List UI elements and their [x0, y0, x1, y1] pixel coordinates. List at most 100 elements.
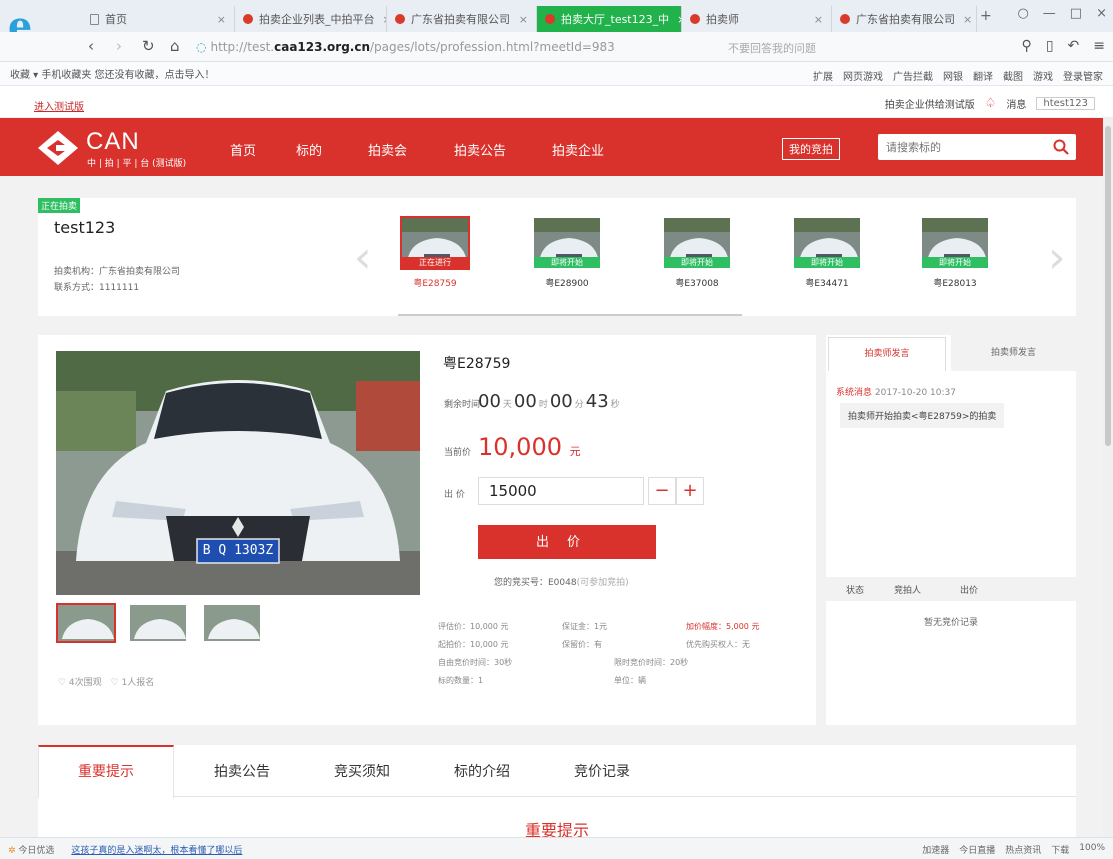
browser-tab[interactable]: 首页 × — [82, 6, 235, 32]
carousel-item[interactable]: 正在进行 粤E28759 — [400, 216, 470, 289]
lot-name: test123 — [54, 218, 116, 237]
close-icon[interactable]: × — [806, 13, 823, 26]
address-bar[interactable]: ◌ http://test. caa123.org.cn/pages/lots/p… — [196, 36, 766, 58]
messages-link[interactable]: 消息 — [1006, 96, 1026, 111]
close-icon[interactable]: × — [209, 13, 226, 26]
close-window-icon[interactable]: × — [1096, 6, 1107, 21]
status-zoom[interactable]: 100% — [1079, 843, 1105, 856]
close-icon[interactable]: × — [511, 13, 528, 26]
close-icon[interactable]: × — [955, 13, 972, 26]
bookmarks-left[interactable]: 收藏 ▾ 手机收藏夹 您还没有收藏，点击导入！ — [10, 66, 215, 81]
tab-bidding-rules[interactable]: 竞买须知 — [334, 761, 390, 781]
back-icon[interactable]: ‹ — [88, 37, 94, 55]
search-icon[interactable] — [1052, 138, 1070, 156]
bookmark-item[interactable]: 扩展 — [813, 68, 833, 83]
status-badge: 正在拍卖 — [38, 198, 81, 213]
tab-announcement[interactable]: 拍卖公告 — [214, 761, 270, 781]
carousel-prev-icon[interactable]: ‹ — [354, 232, 372, 283]
status-live[interactable]: 今日直播 — [959, 843, 995, 856]
search-input[interactable] — [878, 134, 1038, 160]
site-icon — [395, 14, 405, 24]
enterprise-link[interactable]: 拍卖企业供给测试版 — [885, 96, 975, 111]
status-daily[interactable]: 今日优选 — [18, 846, 54, 856]
login-link[interactable]: 进入测试版 — [34, 98, 84, 113]
carousel-item[interactable]: 即将开始 粤E28900 — [532, 216, 602, 289]
new-tab-icon[interactable]: + — [980, 8, 992, 24]
info-limit-bid-time: 限时竞价时间：20秒 — [614, 658, 689, 667]
scrollbar-thumb[interactable] — [1105, 126, 1111, 446]
decrease-bid-button[interactable]: − — [648, 477, 676, 505]
bookmark-item[interactable]: 广告拦截 — [893, 68, 933, 83]
close-icon[interactable]: × — [669, 13, 681, 26]
bookmark-item[interactable]: 截图 — [1003, 68, 1023, 83]
carousel-item[interactable]: 即将开始 粤E28013 — [920, 216, 990, 289]
browser-tab-active[interactable]: 拍卖大厅_test123_中× — [537, 6, 682, 32]
info-unit: 单位：辆 — [614, 676, 646, 685]
menu-icon[interactable]: ≡ — [1093, 38, 1105, 54]
bookmark-item[interactable]: 网银 — [943, 68, 963, 83]
bookmark-item[interactable]: 翻译 — [973, 68, 993, 83]
system-message: 拍卖师开始拍卖<粤E28759>的拍卖 — [840, 403, 1005, 428]
place-bid-button[interactable]: 出价 — [478, 525, 656, 559]
photo-thumbnail[interactable] — [56, 603, 116, 643]
col-status: 状态 — [846, 586, 865, 596]
info-quantity: 标的数量：1 — [438, 676, 484, 685]
car-thumbnail: 正在进行 — [400, 216, 470, 270]
undo-icon[interactable]: ↶ — [1068, 38, 1080, 54]
forward-icon[interactable]: › — [116, 37, 122, 55]
carousel-item[interactable]: 即将开始 粤E37008 — [662, 216, 732, 289]
site-top-strip: 进入测试版 拍卖企业供给测试版 ♤ 消息 htest123 — [0, 86, 1113, 118]
browser-tab[interactable]: 广东省拍卖有限公司 × — [387, 6, 537, 32]
tab-auctioneer-speech[interactable]: 拍卖师发言 — [828, 337, 946, 371]
nav-companies[interactable]: 拍卖企业 — [552, 140, 604, 159]
car-thumbnail: 即将开始 — [532, 216, 602, 270]
search-icon[interactable]: ⚲ — [1022, 38, 1032, 54]
browser-tab[interactable]: 广东省拍卖有限公司 × — [832, 6, 977, 32]
photo-thumbnail[interactable] — [128, 603, 188, 643]
minimize-icon[interactable]: — — [1043, 6, 1056, 21]
bookmark-item[interactable]: 网页游戏 — [843, 68, 883, 83]
user-menu[interactable]: htest123 — [1036, 97, 1095, 110]
car-thumbnail: 即将开始 — [792, 216, 862, 270]
bell-icon[interactable]: ♤ — [985, 96, 997, 111]
increase-bid-button[interactable]: + — [676, 477, 704, 505]
page-scrollbar[interactable] — [1103, 118, 1113, 837]
browser-search-field[interactable]: 不要回答我的问题 — [728, 40, 968, 56]
tab-bid-records[interactable]: 竞价记录 — [574, 761, 630, 781]
nav-announcements[interactable]: 拍卖公告 — [454, 140, 506, 159]
browser-tab[interactable]: 拍卖师 × — [682, 6, 832, 32]
photo-thumbnail[interactable] — [202, 603, 262, 643]
restore-icon[interactable]: ○ — [1017, 6, 1028, 21]
bid-record-header: 状态 竞拍人 出价 — [826, 577, 1076, 601]
maximize-icon[interactable]: □ — [1070, 6, 1082, 21]
browser-tab[interactable]: 拍卖企业列表_中拍平台× — [235, 6, 387, 32]
bid-amount-input[interactable] — [478, 477, 644, 505]
carousel-item[interactable]: 即将开始 粤E34471 — [792, 216, 862, 289]
tab-important-notice[interactable]: 重要提示 — [38, 745, 174, 798]
status-download[interactable]: 下载 — [1051, 843, 1069, 856]
bookmark-item[interactable]: 登录管家 — [1063, 68, 1103, 83]
status-accelerator[interactable]: 加速器 — [922, 843, 949, 856]
carousel-next-icon[interactable]: › — [1048, 232, 1066, 283]
logo-text[interactable]: CAN — [86, 130, 140, 154]
nav-lots[interactable]: 标的 — [296, 140, 322, 159]
carousel-plate: 粤E28900 — [545, 279, 589, 289]
tab-lot-intro[interactable]: 标的介绍 — [454, 761, 510, 781]
bookmark-item[interactable]: 游戏 — [1033, 68, 1053, 83]
nav-auctions[interactable]: 拍卖会 — [368, 140, 407, 159]
tab-auctioneer-info[interactable]: 拍卖师发言 — [951, 335, 1076, 371]
my-bids-button[interactable]: 我的竞拍 — [782, 138, 840, 160]
carousel-scrollbar[interactable] — [398, 314, 742, 316]
system-message-header: 系统消息 2017-10-20 10:37 — [836, 388, 956, 398]
status-news[interactable]: 热点资讯 — [1005, 843, 1041, 856]
main-nav: CAN 中 | 拍 | 平 | 台 (测试版) 首页 标的 拍卖会 拍卖公告 拍… — [0, 118, 1113, 176]
status-news-link[interactable]: 这孩子真的是入迷啊太，根本看懂了哪以后 — [71, 846, 242, 856]
home-icon[interactable]: ⌂ — [170, 37, 180, 55]
nav-home[interactable]: 首页 — [230, 140, 256, 159]
sidebar-icon[interactable]: ▯ — [1046, 38, 1054, 54]
refresh-icon[interactable]: ↻ — [142, 37, 155, 55]
car-main-photo: B Q 1303Z — [56, 351, 420, 595]
auctioneer-panel: 拍卖师发言 拍卖师发言 系统消息 2017-10-20 10:37 拍卖师开始拍… — [826, 335, 1076, 725]
close-icon[interactable]: × — [375, 13, 387, 26]
col-price: 出价 — [960, 586, 979, 596]
